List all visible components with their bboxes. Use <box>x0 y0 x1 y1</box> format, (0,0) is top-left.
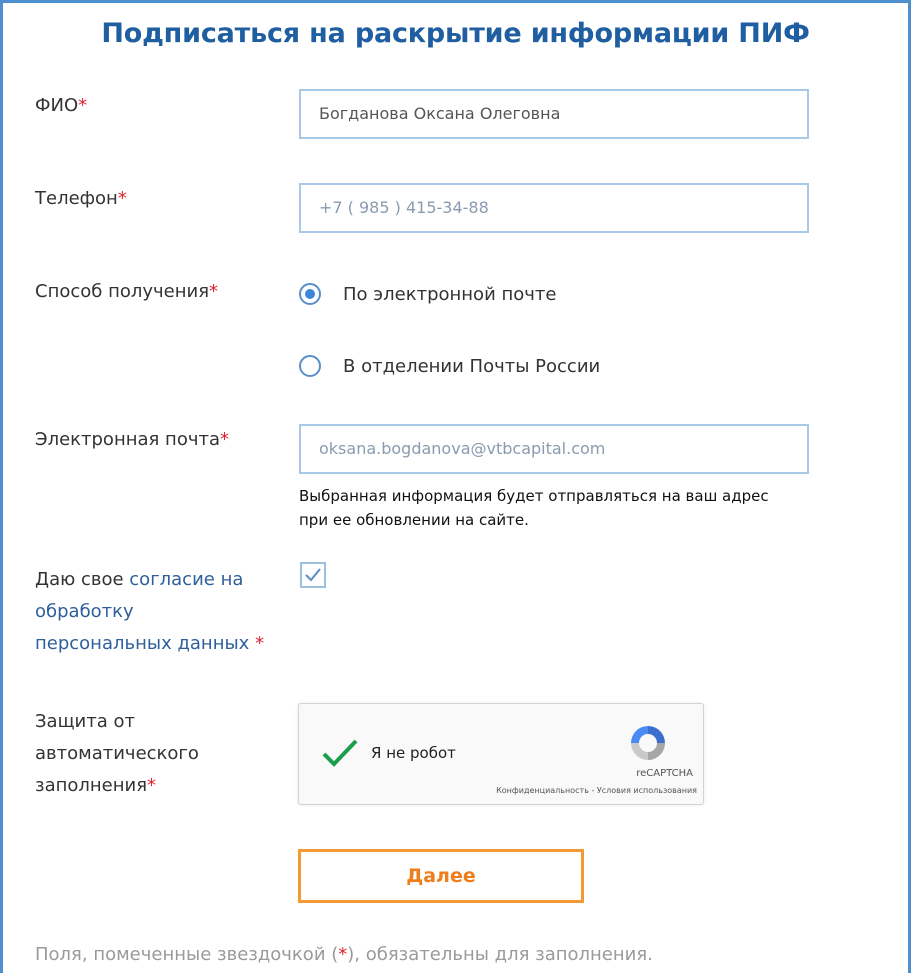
consent-link-line1[interactable]: согласие на <box>129 569 243 590</box>
required-mark: * <box>209 281 219 302</box>
required-mark: * <box>117 188 127 209</box>
consent-link-line3[interactable]: персональных данных <box>35 633 249 654</box>
email-input[interactable]: oksana.bogdanova@vtbcapital.com <box>299 424 809 474</box>
consent-label: Даю свое согласие на обработку персональ… <box>35 564 264 660</box>
consent-prefix: Даю свое <box>35 569 130 590</box>
footer-required-mark: * <box>338 944 348 965</box>
email-note: Выбранная информация будет отправляться … <box>299 484 819 532</box>
protection-label-line3: заполнения <box>35 775 148 796</box>
phone-input[interactable]: +7 ( 985 ) 415-34-88 <box>299 183 809 233</box>
required-mark: * <box>220 429 229 450</box>
page-title: Подписаться на раскрытие информации ПИФ <box>101 18 810 49</box>
consent-link-line2[interactable]: обработку <box>35 596 264 628</box>
footer-text-before: Поля, помеченные звездочкой ( <box>35 944 339 965</box>
radio-email-option[interactable]: По электронной почте <box>299 279 556 309</box>
captcha-check-icon[interactable] <box>321 738 359 768</box>
email-label-text: Электронная почта <box>35 429 220 450</box>
phone-label: Телефон* <box>35 183 127 215</box>
captcha-brand: reCAPTCHA <box>636 768 693 779</box>
email-note-line1: Выбранная информация будет отправляться … <box>299 487 769 505</box>
radio-selected-dot <box>305 289 315 299</box>
radio-email[interactable] <box>299 283 321 305</box>
recaptcha-widget[interactable]: Я не робот reCAPTCHA Конфиденциальность … <box>298 703 704 805</box>
delivery-label: Способ получения* <box>35 276 218 308</box>
recaptcha-logo-icon <box>631 726 665 760</box>
radio-email-label[interactable]: По электронной почте <box>343 284 556 305</box>
protection-label-line1: Защита от <box>35 711 135 732</box>
captcha-terms-links[interactable]: Конфиденциальность - Условия использован… <box>496 786 697 795</box>
fio-label-text: ФИО <box>35 95 79 116</box>
required-fields-note: Поля, помеченные звездочкой (*), обязате… <box>35 944 653 965</box>
phone-label-text: Телефон <box>35 188 118 209</box>
required-mark: * <box>255 633 265 654</box>
next-button[interactable]: Далее <box>298 849 584 903</box>
protection-label: Защита от автоматического заполнения* <box>35 706 199 802</box>
captcha-label: Я не робот <box>371 744 456 762</box>
email-note-line2: при ее обновлении на сайте. <box>299 511 529 529</box>
protection-label-line2: автоматического <box>35 743 199 764</box>
email-label: Электронная почта* <box>35 424 229 456</box>
delivery-label-text: Способ получения <box>35 281 210 302</box>
consent-checkbox[interactable] <box>300 562 326 588</box>
footer-text-after: ), обязательны для заполнения. <box>347 944 653 965</box>
fio-label: ФИО* <box>35 90 87 122</box>
radio-post[interactable] <box>299 355 321 377</box>
required-mark: * <box>78 95 88 116</box>
fio-input[interactable]: Богданова Оксана Олеговна <box>299 89 809 139</box>
radio-post-label[interactable]: В отделении Почты России <box>343 356 600 377</box>
required-mark: * <box>147 775 157 796</box>
checkbox-check-icon <box>305 568 321 582</box>
radio-post-option[interactable]: В отделении Почты России <box>299 351 600 381</box>
